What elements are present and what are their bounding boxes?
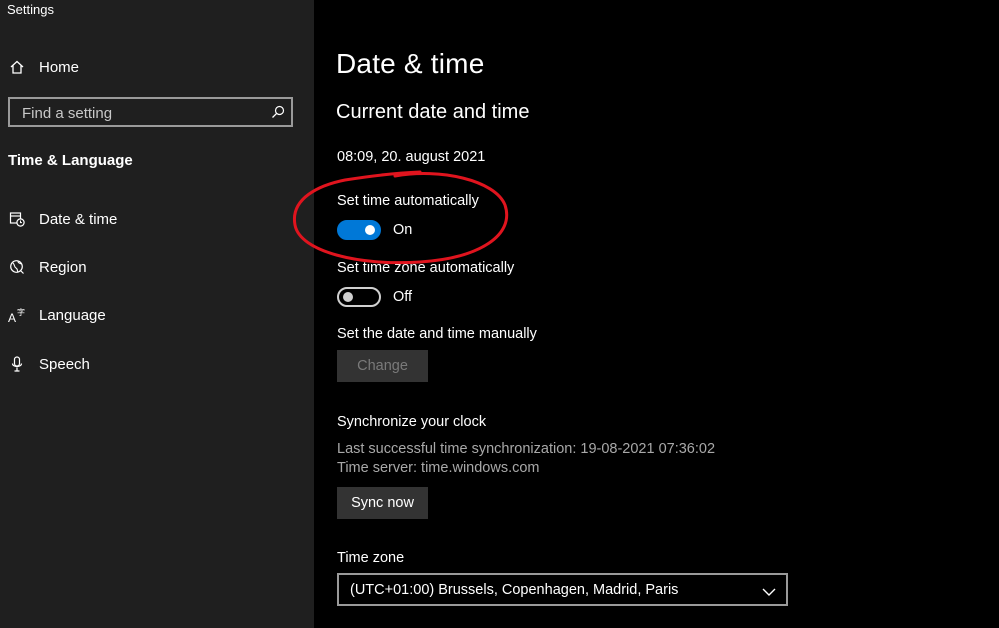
language-icon: A字 xyxy=(8,306,26,324)
manual-time-label: Set the date and time manually xyxy=(337,326,537,342)
auto-time-label: Set time automatically xyxy=(337,193,479,209)
sidebar-item-label: Region xyxy=(39,258,87,276)
time-server-text: Time server: time.windows.com xyxy=(337,460,540,476)
last-sync-text: Last successful time synchronization: 19… xyxy=(337,441,716,457)
auto-time-state: On xyxy=(393,222,413,238)
sidebar-item-label: Speech xyxy=(39,355,90,373)
auto-time-toggle[interactable] xyxy=(337,220,381,240)
search-input[interactable] xyxy=(20,103,264,123)
search-icon[interactable] xyxy=(271,105,285,119)
sidebar-item-region[interactable]: Region xyxy=(0,247,314,287)
main-content: Date & time Current date and time 08:09,… xyxy=(314,0,999,628)
search-box[interactable] xyxy=(8,97,293,127)
window-title: Settings xyxy=(7,2,54,17)
sync-heading: Synchronize your clock xyxy=(337,414,487,430)
current-date-value: 08:09, 20. august 2021 xyxy=(337,149,486,165)
auto-zone-toggle[interactable] xyxy=(337,287,381,307)
auto-zone-state: Off xyxy=(393,289,413,305)
page-title: Date & time xyxy=(336,48,485,79)
change-button[interactable]: Change xyxy=(337,350,428,382)
svg-text:字: 字 xyxy=(17,307,25,317)
sidebar-item-language[interactable]: A字 Language xyxy=(0,295,314,335)
sidebar-item-label: Date & time xyxy=(39,210,118,228)
svg-text:A: A xyxy=(8,311,16,324)
toggle-knob xyxy=(343,292,353,302)
auto-zone-label: Set time zone automatically xyxy=(337,260,515,276)
home-icon xyxy=(8,58,26,76)
timezone-value: (UTC+01:00) Brussels, Copenhagen, Madrid… xyxy=(350,582,679,598)
toggle-knob xyxy=(365,225,375,235)
sidebar-item-date-time[interactable]: Date & time xyxy=(0,199,314,239)
section-title: Time & Language xyxy=(8,152,133,169)
home-label: Home xyxy=(39,58,80,76)
date-time-icon xyxy=(8,210,26,228)
timezone-select[interactable]: (UTC+01:00) Brussels, Copenhagen, Madrid… xyxy=(337,573,788,606)
sync-now-button[interactable]: Sync now xyxy=(337,487,428,519)
chevron-down-icon xyxy=(762,584,776,596)
sidebar: Settings Home Time & Language Date & tim… xyxy=(0,0,314,628)
microphone-icon xyxy=(8,355,26,373)
current-date-heading: Current date and time xyxy=(336,101,530,123)
sidebar-item-label: Language xyxy=(39,306,106,324)
sidebar-item-speech[interactable]: Speech xyxy=(0,344,314,384)
timezone-label: Time zone xyxy=(337,550,405,566)
home-nav-item[interactable]: Home xyxy=(0,47,314,87)
globe-icon xyxy=(8,258,26,276)
